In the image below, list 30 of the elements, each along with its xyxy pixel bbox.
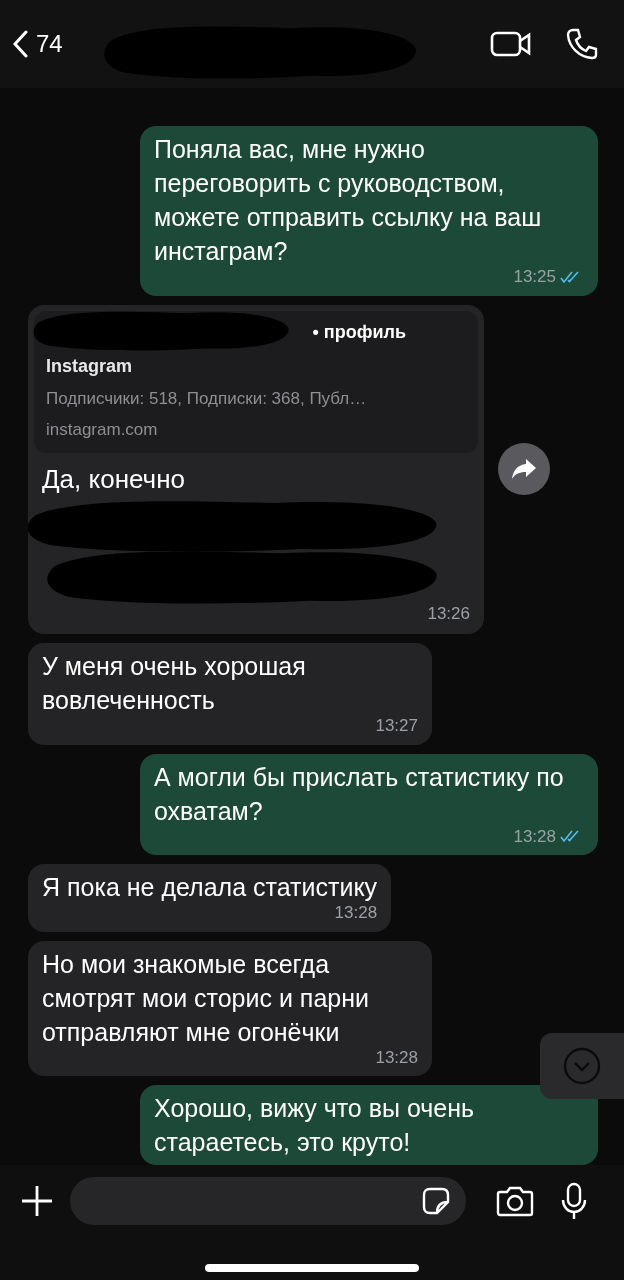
- message-time: 13:27: [375, 715, 418, 737]
- message-text: Поняла вас, мне нужно переговорить с руководством, можете отправить ссылку на ваш инстаграм?: [154, 134, 543, 267]
- message-time: 13:28: [375, 1046, 418, 1069]
- back-chevron-icon: [12, 30, 28, 58]
- message-time: 13:28: [513, 825, 556, 848]
- microphone-icon[interactable]: [560, 1182, 588, 1220]
- message-time: 13:26: [427, 602, 470, 625]
- message-time: 13:25: [513, 266, 556, 288]
- message-time: 13:28: [334, 902, 378, 924]
- chevron-down-icon: [563, 1047, 601, 1085]
- phone-icon[interactable]: [566, 28, 598, 60]
- camera-icon[interactable]: [496, 1185, 534, 1217]
- message-text: У меня очень хорошая вовлеченность: [42, 651, 307, 716]
- plus-icon[interactable]: [20, 1184, 54, 1218]
- message-text: Да, конечно: [42, 463, 185, 494]
- message-text: Я пока не делала статистику: [42, 872, 378, 903]
- message-text: Но мои знакомые всегда смотрят мои сторис и парни отправляют мне огонёчки: [42, 948, 370, 1048]
- video-call-icon[interactable]: [490, 30, 532, 58]
- forward-button[interactable]: [498, 443, 550, 496]
- preview-domain: instagram.com: [46, 419, 159, 441]
- preview-description: Подписчики: 518, Подписки: 368, Публ…: [46, 387, 368, 410]
- message-text: А могли бы прислать статистику по охватам?: [154, 761, 565, 827]
- link-preview[interactable]: • профиль Instagram Подписчики: 518, Подписки: 368, Публ… instagram.com: [34, 310, 478, 453]
- message-text: Хорошо, вижу что вы очень стараетесь, это круто!: [154, 1093, 475, 1158]
- sticker-icon[interactable]: [422, 1187, 450, 1215]
- back-button[interactable]: 74: [12, 26, 63, 62]
- preview-title: • профиль: [312, 321, 406, 344]
- forward-arrow-icon: [511, 458, 537, 481]
- message-input[interactable]: [70, 1177, 466, 1225]
- preview-site: Instagram: [46, 354, 134, 378]
